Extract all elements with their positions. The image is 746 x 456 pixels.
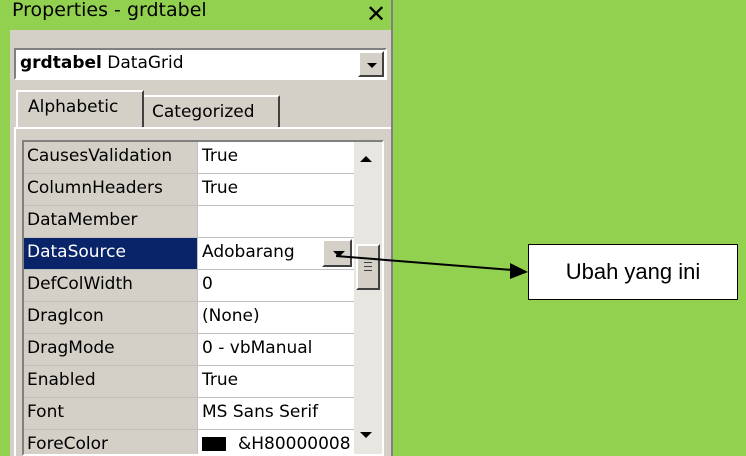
property-value[interactable]: 0 - vbManual bbox=[199, 334, 354, 365]
property-row[interactable]: ForeColor &H80000008 bbox=[24, 430, 354, 454]
properties-window: Properties - grdtabel ✕ grdtabel DataGri… bbox=[10, 0, 393, 456]
tab-alphabetic[interactable]: Alphabetic bbox=[16, 90, 144, 128]
arrow-head-icon bbox=[510, 263, 528, 279]
property-name: DataMember bbox=[24, 206, 198, 237]
property-value[interactable]: True bbox=[199, 142, 354, 173]
annotation-callout: Ubah yang ini bbox=[528, 244, 738, 300]
property-row[interactable]: CausesValidation True bbox=[24, 142, 354, 174]
property-value-text: &H80000008 bbox=[238, 434, 351, 454]
property-name: DefColWidth bbox=[24, 270, 198, 301]
property-name: ForeColor bbox=[24, 430, 198, 454]
property-value[interactable]: (None) bbox=[199, 302, 354, 333]
property-name: ColumnHeaders bbox=[24, 174, 198, 205]
object-selector-dropdown-button[interactable] bbox=[358, 51, 384, 77]
chevron-down-icon bbox=[333, 251, 345, 257]
object-name: grdtabel bbox=[20, 53, 102, 73]
window-title: Properties - grdtabel bbox=[12, 0, 207, 21]
scroll-up-icon[interactable] bbox=[360, 156, 372, 162]
object-selector[interactable]: grdtabel DataGrid bbox=[14, 48, 387, 80]
property-row[interactable]: DragMode 0 - vbManual bbox=[24, 334, 354, 366]
scroll-down-icon[interactable] bbox=[360, 432, 372, 438]
vertical-scrollbar[interactable] bbox=[354, 142, 382, 454]
color-swatch bbox=[202, 437, 226, 451]
scrollbar-thumb[interactable] bbox=[356, 244, 380, 290]
property-name: Font bbox=[24, 398, 198, 429]
property-value[interactable]: 0 bbox=[199, 270, 354, 301]
property-row[interactable]: Font MS Sans Serif bbox=[24, 398, 354, 430]
close-icon[interactable]: ✕ bbox=[363, 0, 389, 28]
property-row[interactable]: DataMember bbox=[24, 206, 354, 238]
property-value[interactable]: MS Sans Serif bbox=[199, 398, 354, 429]
property-value[interactable] bbox=[199, 206, 354, 237]
property-grid: CausesValidation True ColumnHeaders True… bbox=[22, 140, 384, 456]
property-row[interactable]: ColumnHeaders True bbox=[24, 174, 354, 206]
property-name: CausesValidation bbox=[24, 142, 198, 173]
title-bar: Properties - grdtabel ✕ bbox=[10, 0, 391, 30]
property-name: DataSource bbox=[24, 238, 198, 269]
property-name: Enabled bbox=[24, 366, 198, 397]
tab-categorized[interactable]: Categorized bbox=[144, 95, 280, 127]
value-dropdown-button[interactable] bbox=[322, 239, 352, 267]
property-row[interactable]: Enabled True bbox=[24, 366, 354, 398]
property-value[interactable]: True bbox=[199, 366, 354, 397]
property-name: DragMode bbox=[24, 334, 198, 365]
property-row[interactable]: DefColWidth 0 bbox=[24, 270, 354, 302]
object-type: DataGrid bbox=[107, 53, 184, 73]
property-name: DragIcon bbox=[24, 302, 198, 333]
property-value[interactable]: True bbox=[199, 174, 354, 205]
property-row-selected[interactable]: DataSource Adobarang bbox=[24, 238, 354, 270]
property-value[interactable]: &H80000008 bbox=[199, 430, 354, 454]
chevron-down-icon bbox=[367, 63, 377, 68]
property-row[interactable]: DragIcon (None) bbox=[24, 302, 354, 334]
